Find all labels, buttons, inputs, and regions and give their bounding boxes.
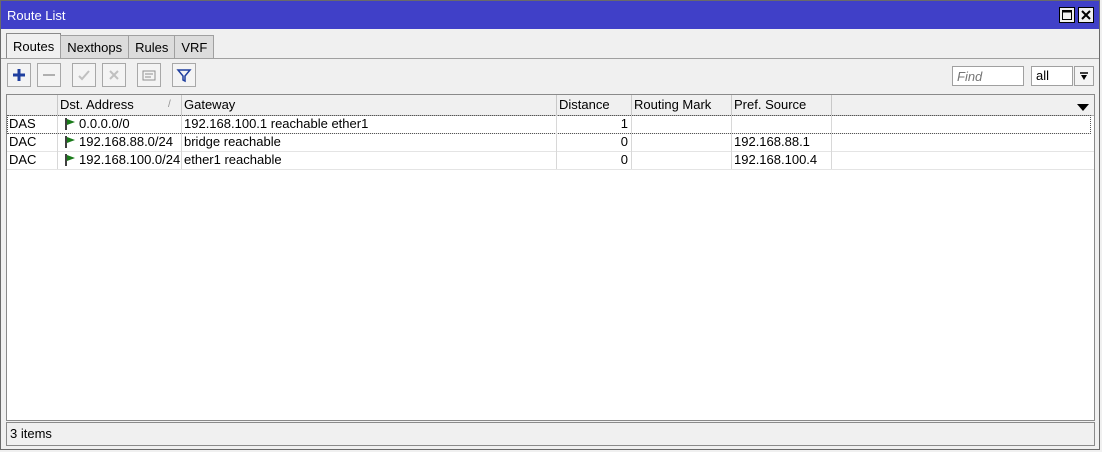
route-list-window: Route List Routes Nexthops Rules VRF Fin… — [0, 0, 1100, 450]
gateway-cell: ether1 reachable — [182, 151, 557, 169]
routing-mark-cell — [632, 115, 732, 133]
tab-routes[interactable]: Routes — [6, 33, 62, 59]
comment-button[interactable] — [137, 63, 161, 87]
flags-cell: DAS — [7, 115, 58, 133]
column-header-pref-source[interactable]: Pref. Source — [732, 95, 832, 115]
dst-address-cell: 192.168.88.0/24 — [58, 133, 182, 151]
pref-source-cell: 192.168.100.4 — [732, 151, 832, 169]
distance-cell: 0 — [557, 151, 632, 169]
column-header-gateway[interactable]: Gateway — [182, 95, 557, 115]
find-input[interactable] — [952, 66, 1024, 86]
dropdown-arrow-icon — [1080, 72, 1088, 80]
pref-source-cell: 192.168.88.1 — [732, 133, 832, 151]
flag-icon — [65, 136, 75, 148]
close-icon — [1081, 10, 1091, 20]
table-header: Dst. Address / Gateway Distance Routing … — [7, 95, 1094, 116]
tab-vrf[interactable]: VRF — [174, 35, 215, 59]
flags-cell: DAC — [7, 133, 58, 151]
toolbar: all — [1, 58, 1099, 93]
column-header-routing-mark[interactable]: Routing Mark — [632, 95, 732, 115]
routing-mark-cell — [632, 133, 732, 151]
flag-icon — [65, 118, 75, 130]
column-header-distance[interactable]: Distance — [557, 95, 632, 115]
status-bar: 3 items — [6, 422, 1095, 446]
dst-address-cell: 192.168.100.0/24 — [58, 151, 182, 169]
filter-icon — [176, 69, 192, 83]
dst-address-text: 0.0.0.0/0 — [79, 116, 130, 131]
column-header-dst-address-label: Dst. Address — [60, 97, 134, 112]
minus-icon — [43, 74, 55, 76]
table-row[interactable]: DAS 0.0.0.0/0 192.168.100.1 reachable et… — [7, 115, 1091, 134]
title-bar[interactable]: Route List — [1, 1, 1099, 29]
dst-address-text: 192.168.100.0/24 — [79, 152, 181, 167]
filter-button[interactable] — [172, 63, 196, 87]
plus-icon — [13, 69, 25, 81]
maximize-icon — [1062, 10, 1072, 20]
maximize-button[interactable] — [1059, 7, 1075, 23]
gateway-cell: 192.168.100.1 reachable ether1 — [182, 115, 557, 133]
route-table: Dst. Address / Gateway Distance Routing … — [6, 94, 1095, 421]
gateway-cell: bridge reachable — [182, 133, 557, 151]
filter-dropdown-button[interactable] — [1074, 66, 1094, 86]
window-title: Route List — [7, 7, 66, 23]
column-header-flags[interactable] — [7, 95, 58, 115]
table-row[interactable]: DAC 192.168.88.0/24 bridge reachable 0 1… — [7, 133, 1094, 152]
sort-indicator-icon: / — [168, 99, 171, 110]
column-header-dst-address[interactable]: Dst. Address / — [58, 95, 182, 115]
routing-mark-cell — [632, 151, 732, 169]
close-button[interactable] — [1078, 7, 1094, 23]
flags-cell: DAC — [7, 151, 58, 169]
table-row[interactable]: DAC 192.168.100.0/24 ether1 reachable 0 … — [7, 151, 1094, 170]
check-icon — [78, 70, 90, 81]
enable-button[interactable] — [72, 63, 96, 87]
tab-bar: Routes Nexthops Rules VRF — [6, 33, 215, 59]
filter-select[interactable]: all — [1031, 66, 1073, 86]
x-icon — [109, 70, 119, 80]
flag-icon — [65, 154, 75, 166]
comment-icon — [142, 70, 156, 81]
pref-source-cell — [732, 115, 832, 133]
dst-address-text: 192.168.88.0/24 — [79, 134, 173, 149]
distance-cell: 1 — [557, 115, 632, 133]
add-button[interactable] — [7, 63, 31, 87]
tab-nexthops[interactable]: Nexthops — [60, 35, 130, 59]
tab-rules[interactable]: Rules — [128, 35, 176, 59]
distance-cell: 0 — [557, 133, 632, 151]
remove-button[interactable] — [37, 63, 61, 87]
dst-address-cell: 0.0.0.0/0 — [58, 115, 182, 133]
column-chooser-icon[interactable] — [1077, 100, 1089, 115]
disable-button[interactable] — [102, 63, 126, 87]
